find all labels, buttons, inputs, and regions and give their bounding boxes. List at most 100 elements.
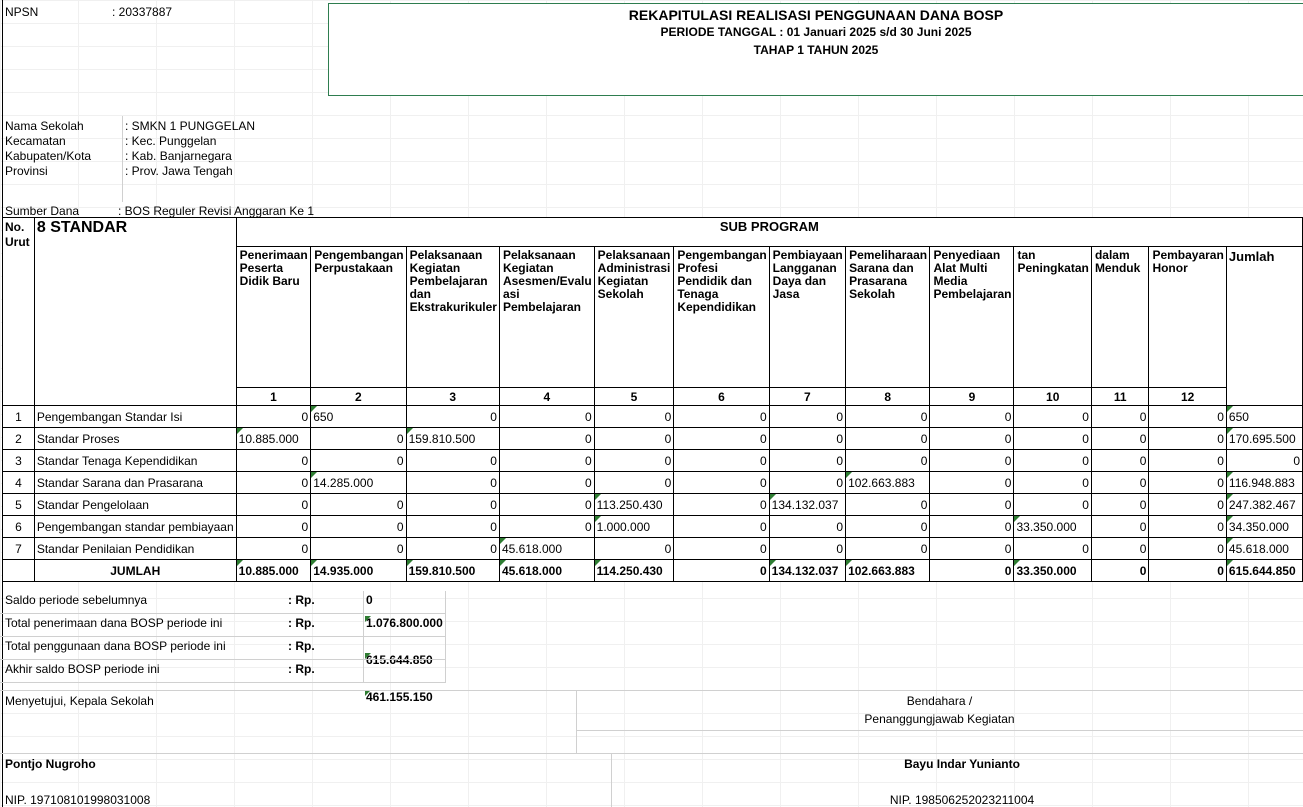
table-row: 5 Standar Pengelolaan 0 0 0 0 113.250.430 0 134.… — [2, 493, 1303, 516]
column-number: 11 — [1090, 387, 1150, 406]
value-cell: 102.663.883 — [845, 471, 931, 494]
summary-label: Akhir saldo BOSP periode ini — [5, 662, 160, 676]
value-cell: 1.000.000 — [593, 515, 675, 538]
table-row: 7 Standar Penilaian Pendidikan 0 0 0 45.618.0… — [2, 537, 1303, 560]
right-sign-title-2: Penanggungjawab Kegiatan — [864, 712, 1015, 726]
column-number: 3 — [405, 387, 500, 406]
column-number: 4 — [498, 387, 595, 406]
right-sign-nip: NIP. 198506252023211004 — [889, 793, 1035, 807]
value-cell: 0 — [235, 471, 312, 494]
value-cell: 159.810.500 — [405, 427, 500, 450]
right-sign-name: Bayu Indar Yunianto — [904, 757, 1020, 771]
standard-name: Standar Penilaian Pendidikan — [33, 537, 237, 560]
header-row: No. Urut 8 STANDAR SUB PROGRAM — [2, 217, 1303, 406]
school-info-value: : Kec. Punggelan — [125, 134, 217, 148]
value-cell: 0 — [593, 405, 675, 428]
column-number: 12 — [1148, 387, 1227, 406]
value-cell: 0 — [1148, 515, 1227, 538]
value-cell: 0 — [929, 405, 1015, 428]
total-cell: 33.350.000 — [1013, 559, 1092, 582]
total-cell: 0 — [1090, 559, 1150, 582]
totals-row: JUMLAH 10.885.000 14.935.000 159.810.500 45.… — [2, 559, 1303, 582]
total-cell: 134.132.037 — [768, 559, 847, 582]
value-cell: 0 — [498, 427, 595, 450]
standard-name: Pengembangan standar pembiayaan — [33, 515, 237, 538]
divider — [611, 753, 612, 807]
value-cell: 0 — [405, 537, 500, 560]
value-cell: 0 — [929, 427, 1015, 450]
row-total: 116.948.883 — [1225, 471, 1303, 494]
divider — [363, 591, 364, 683]
value-cell: 0 — [1013, 493, 1092, 516]
value-cell: 45.618.000 — [498, 537, 595, 560]
table-row: 6 Pengembangan standar pembiayaan 0 0 0 0 1.00… — [2, 515, 1303, 538]
divider — [0, 613, 445, 614]
value-cell: 0 — [405, 405, 500, 428]
value-cell: 0 — [1148, 493, 1227, 516]
column-header: Pembayaran Honor — [1148, 246, 1227, 388]
total-header: Jumlah — [1225, 246, 1303, 406]
value-cell: 0 — [1090, 405, 1150, 428]
value-cell: 0 — [1148, 537, 1227, 560]
row-total: 45.618.000 — [1225, 537, 1303, 560]
right-sign-title-1: Bendahara / — [906, 694, 973, 708]
value-cell: 0 — [593, 449, 675, 472]
total-cell: 14.935.000 — [310, 559, 407, 582]
value-cell: 0 — [673, 471, 770, 494]
school-info-label: Kecamatan — [5, 134, 66, 148]
value-cell: 0 — [673, 427, 770, 450]
standard-header: 8 STANDAR — [33, 217, 237, 406]
value-cell: 0 — [235, 405, 312, 428]
column-header: Pengembangan Profesi Pendidik dan Tenaga… — [673, 246, 770, 388]
value-cell: 0 — [498, 405, 595, 428]
value-cell: 0 — [1090, 493, 1150, 516]
row-total: 34.350.000 — [1225, 515, 1303, 538]
left-sign-title: Menyetujui, Kepala Sekolah — [5, 694, 154, 708]
subprogram-header: SUB PROGRAM — [235, 217, 1303, 247]
column-header: Penyediaan Alat Multi Media Pembelajaran — [929, 246, 1015, 388]
summary-currency: : Rp. — [288, 593, 315, 607]
value-cell: 0 — [768, 515, 847, 538]
row-number: 3 — [2, 449, 35, 472]
column-header: Pelaksanaan Kegiatan Pembelajaran dan Ek… — [405, 246, 500, 388]
value-cell: 0 — [768, 405, 847, 428]
column-number: 5 — [593, 387, 675, 406]
value-cell: 0 — [310, 427, 407, 450]
column-header: Pelaksanaan Administrasi Kegiatan Sekola… — [593, 246, 675, 388]
school-info-value: : Prov. Jawa Tengah — [125, 164, 233, 178]
row-number: 2 — [2, 427, 35, 450]
value-cell: 113.250.430 — [593, 493, 675, 516]
value-cell: 0 — [1090, 471, 1150, 494]
value-cell: 0 — [235, 449, 312, 472]
summary-currency: : Rp. — [288, 616, 315, 630]
value-cell: 0 — [768, 471, 847, 494]
value-cell: 0 — [593, 471, 675, 494]
standard-name: Pengembangan Standar Isi — [33, 405, 237, 428]
column-header: dalam Menduk — [1090, 246, 1150, 388]
value-cell: 0 — [845, 493, 931, 516]
value-cell: 0 — [1148, 405, 1227, 428]
value-cell: 0 — [1090, 427, 1150, 450]
column-number: 2 — [310, 387, 407, 406]
grand-total: 615.644.850 — [1225, 559, 1303, 582]
school-info-label: Nama Sekolah — [5, 119, 84, 133]
total-cell: 45.618.000 — [498, 559, 595, 582]
value-cell: 0 — [1013, 471, 1092, 494]
school-info-label: Kabupaten/Kota — [5, 149, 92, 163]
table-row: 3 Standar Tenaga Kependidikan 0 0 0 0 0 0 0 0 0 0 0 0… — [2, 449, 1303, 472]
value-cell: 0 — [1013, 537, 1092, 560]
value-cell: 0 — [405, 515, 500, 538]
value-cell: 0 — [1013, 427, 1092, 450]
value-cell: 0 — [498, 471, 595, 494]
value-cell: 10.885.000 — [235, 427, 312, 450]
value-cell: 0 — [1090, 515, 1150, 538]
column-header: Pemeliharaan Sarana dan Prasarana Sekola… — [845, 246, 931, 388]
value-cell: 0 — [929, 515, 1015, 538]
totals-spacer — [2, 559, 35, 582]
row-number: 6 — [2, 515, 35, 538]
total-cell: 0 — [929, 559, 1015, 582]
value-cell: 0 — [929, 449, 1015, 472]
total-cell: 10.885.000 — [235, 559, 312, 582]
value-cell: 0 — [1090, 449, 1150, 472]
value-cell: 0 — [235, 537, 312, 560]
